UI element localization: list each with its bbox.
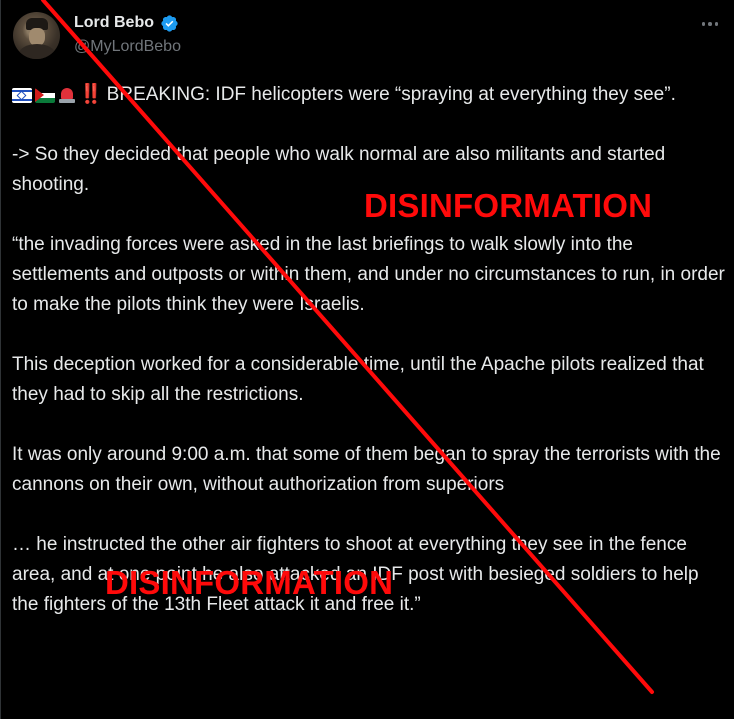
more-dot — [701, 22, 706, 26]
tweet-paragraph-4: This deception worked for a considerable… — [12, 354, 704, 405]
disinformation-label-bottom: DISINFORMATION — [105, 564, 394, 601]
tweet-paragraph-5: It was only around 9:00 a.m. that some o… — [12, 444, 721, 495]
disinformation-label-top: DISINFORMATION — [364, 187, 653, 224]
tweet-paragraph-3: “the invading forces were asked in the l… — [12, 234, 725, 315]
more-dot — [708, 22, 712, 26]
israel-flag-icon — [12, 88, 32, 103]
more-dot — [714, 22, 719, 26]
tweet-paragraph-text: BREAKING: IDF helicopters were “spraying… — [106, 84, 676, 105]
author-handle[interactable]: @MyLordBebo — [74, 38, 181, 56]
author-display-name[interactable]: Lord Bebo — [74, 14, 154, 32]
author-name-row: Lord Bebo — [74, 12, 179, 34]
more-options-icon[interactable] — [700, 14, 720, 34]
verified-badge-icon — [161, 14, 178, 32]
double-exclamation-icon: ‼️ — [79, 84, 103, 105]
palestine-flag-icon — [35, 88, 55, 103]
tweet-text: ‼️ BREAKING: IDF helicopters were “sprayi… — [12, 80, 727, 620]
avatar[interactable] — [13, 12, 60, 59]
tweet-card: Lord Bebo @MyLordBebo ‼️ BREAKING: IDF he… — [0, 0, 734, 719]
police-siren-icon — [58, 85, 76, 103]
avatar-coat — [19, 44, 55, 59]
tweet-paragraph-1: ‼️ BREAKING: IDF helicopters were “sprayi… — [12, 80, 727, 110]
